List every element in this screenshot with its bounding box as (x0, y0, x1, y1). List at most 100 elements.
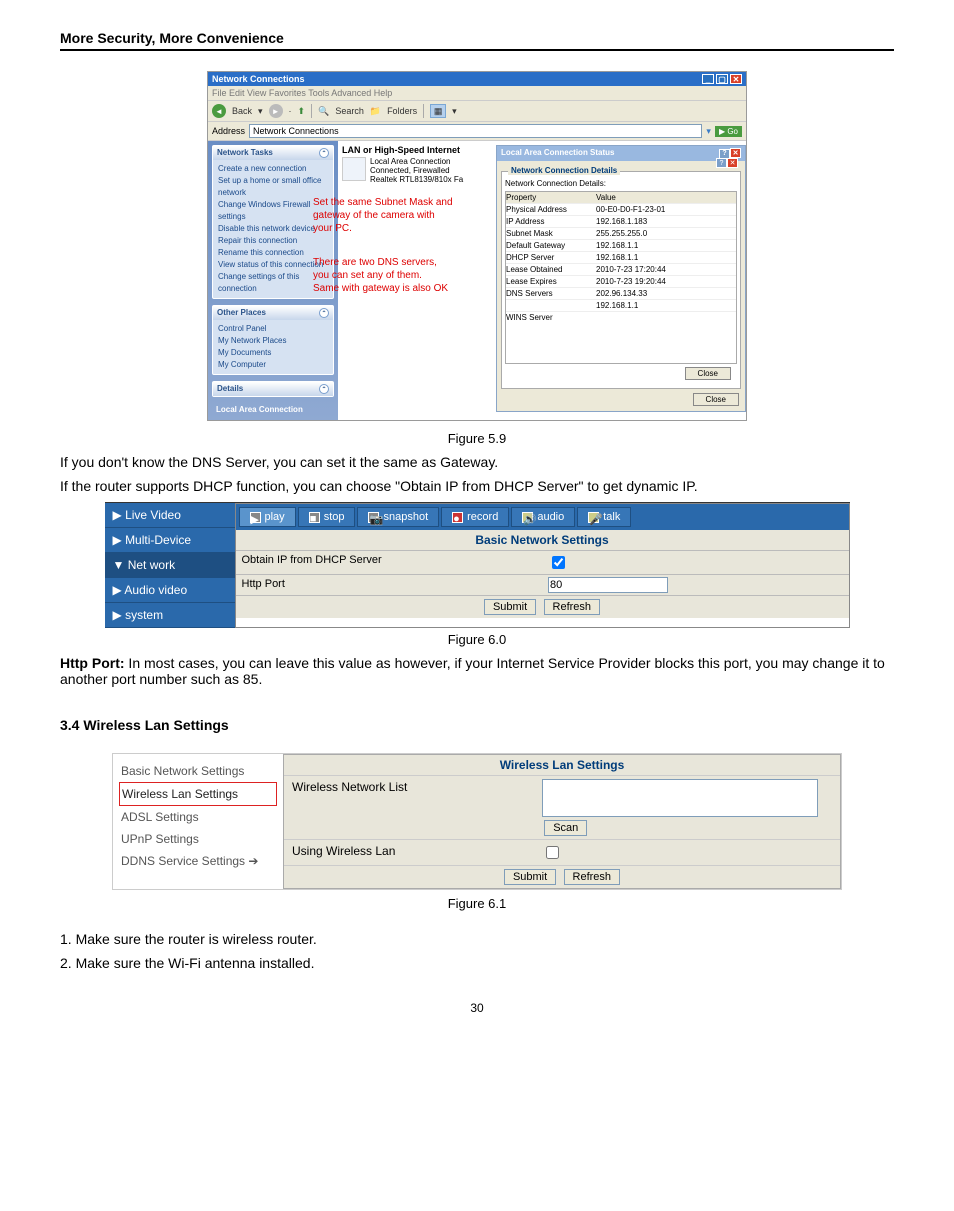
val-cell: 192.168.1.1 (596, 301, 638, 310)
prop-cell: WINS Server (506, 313, 596, 322)
connection-status: Connected, Firewalled (370, 166, 463, 175)
note: 2. Make sure the Wi-Fi antenna installed… (60, 955, 894, 971)
folders-button[interactable]: Folders (387, 106, 417, 116)
prop-cell: Physical Address (506, 205, 596, 214)
figure-caption: Figure 5.9 (60, 431, 894, 446)
mic-icon: 🎤 (588, 512, 599, 523)
search-button[interactable]: Search (335, 106, 364, 116)
forward-icon[interactable]: ► (269, 104, 283, 118)
address-label: Address (212, 126, 245, 136)
paragraph: Http Port: In most cases, you can leave … (60, 655, 894, 687)
menu-ddns[interactable]: DDNS Service Settings ➔ (119, 850, 277, 872)
doc-header: More Security, More Convenience (60, 30, 894, 51)
place-link[interactable]: Control Panel (218, 323, 328, 335)
task-link[interactable]: Change Windows Firewall settings (218, 199, 328, 223)
close-button[interactable]: Close (685, 367, 731, 380)
val-cell: 255.255.255.0 (596, 229, 647, 238)
prop-cell: Lease Obtained (506, 265, 596, 274)
window-toolbar: ◄ Back ▾ ► · ⬆ 🔍 Search 📁 Folders ▦▾ (208, 101, 746, 122)
views-icon[interactable]: ▦ (430, 104, 446, 118)
audio-button[interactable]: 🔊audio (511, 507, 575, 527)
chevron-up-icon[interactable]: ⌃ (319, 384, 329, 394)
page-number: 30 (60, 1001, 894, 1015)
menu-adsl[interactable]: ADSL Settings (119, 806, 277, 828)
task-link[interactable]: Change settings of this connection (218, 271, 328, 295)
menu-basic-network[interactable]: Basic Network Settings (119, 760, 277, 782)
close-button-outer[interactable]: Close (693, 393, 739, 406)
submit-button[interactable]: Submit (504, 869, 556, 885)
val-cell: 2010-7-23 17:20:44 (596, 265, 666, 274)
side-audio-video[interactable]: ▶ Audio video (105, 578, 235, 603)
side-multi-device[interactable]: ▶ Multi-Device (105, 528, 235, 553)
using-wireless-checkbox[interactable] (546, 846, 559, 859)
back-button[interactable]: Back (232, 106, 252, 116)
help-icon[interactable]: ? (716, 158, 727, 168)
task-link[interactable]: View status of this connection (218, 259, 328, 271)
paragraph: If you don't know the DNS Server, you ca… (60, 454, 894, 470)
prop-cell: IP Address (506, 217, 596, 226)
settings-menu: Basic Network Settings Wireless Lan Sett… (113, 754, 283, 889)
scan-button[interactable]: Scan (544, 820, 587, 836)
connection-icon[interactable] (342, 157, 366, 181)
side-live-video[interactable]: ▶ Live Video (105, 503, 235, 528)
address-input[interactable] (249, 124, 702, 138)
close-icon[interactable]: ✕ (730, 148, 741, 158)
close-icon[interactable]: ✕ (730, 74, 742, 84)
submit-button[interactable]: Submit (484, 599, 536, 615)
dhcp-label: Obtain IP from DHCP Server (236, 551, 543, 574)
go-button[interactable]: ▶ Go (715, 126, 742, 137)
prop-cell: DNS Servers (506, 289, 596, 298)
refresh-button[interactable]: Refresh (544, 599, 601, 615)
place-link[interactable]: My Network Places (218, 335, 328, 347)
arrow-right-icon: ➔ (248, 854, 258, 868)
wireless-list-box[interactable] (542, 779, 817, 817)
stop-icon: ■ (309, 512, 320, 523)
window-menu[interactable]: File Edit View Favorites Tools Advanced … (208, 86, 746, 101)
prop-cell: Default Gateway (506, 241, 596, 250)
http-port-input[interactable] (548, 577, 668, 593)
chevron-up-icon[interactable]: ⌃ (319, 148, 329, 158)
section-heading: 3.4 Wireless Lan Settings (60, 717, 894, 733)
xp-sidebar: Network Tasks ⌃ Create a new connection S… (208, 141, 338, 420)
maximize-icon[interactable]: ▢ (716, 74, 728, 84)
place-link[interactable]: My Documents (218, 347, 328, 359)
record-icon: ● (452, 512, 463, 523)
record-button[interactable]: ●record (441, 507, 509, 527)
play-button[interactable]: ▶play (239, 507, 296, 527)
menu-upnp[interactable]: UPnP Settings (119, 828, 277, 850)
talk-button[interactable]: 🎤talk (577, 507, 631, 527)
prop-head: Property (506, 193, 596, 202)
snapshot-button[interactable]: 📷snapshot (357, 507, 439, 527)
network-tasks-head: Network Tasks (217, 148, 273, 158)
close-icon[interactable]: ✕ (727, 158, 738, 168)
menu-wireless-lan[interactable]: Wireless Lan Settings (119, 782, 277, 806)
val-cell: 192.168.1.1 (596, 253, 638, 262)
stop-button[interactable]: ■stop (298, 507, 356, 527)
task-link[interactable]: Repair this connection (218, 235, 328, 247)
dhcp-checkbox[interactable] (552, 556, 565, 569)
prop-cell (506, 301, 596, 310)
details-item: Local Area Connection (212, 403, 334, 416)
folders-icon[interactable]: 📁 (370, 106, 381, 117)
back-icon[interactable]: ◄ (212, 104, 226, 118)
minimize-icon[interactable]: _ (702, 74, 714, 84)
task-link[interactable]: Set up a home or small office network (218, 175, 328, 199)
task-link[interactable]: Disable this network device (218, 223, 328, 235)
search-icon[interactable]: 🔍 (318, 106, 329, 117)
up-folder-icon[interactable]: ⬆ (298, 106, 306, 117)
side-system[interactable]: ▶ system (105, 603, 235, 628)
task-link[interactable]: Rename this connection (218, 247, 328, 259)
camera-sidebar: ▶ Live Video ▶ Multi-Device ▼ Net work ▶… (105, 503, 235, 628)
xp-window: Network Connections _ ▢ ✕ File Edit View… (207, 71, 747, 421)
connection-name[interactable]: Local Area Connection (370, 157, 463, 166)
val-cell: 192.168.1.183 (596, 217, 647, 226)
task-link[interactable]: Create a new connection (218, 163, 328, 175)
refresh-button[interactable]: Refresh (564, 869, 621, 885)
val-cell: 202.96.134.33 (596, 289, 647, 298)
val-cell: 2010-7-23 19:20:44 (596, 277, 666, 286)
note: 1. Make sure the router is wireless rout… (60, 931, 894, 947)
place-link[interactable]: My Computer (218, 359, 328, 371)
side-network[interactable]: ▼ Net work (105, 553, 235, 578)
play-icon: ▶ (250, 512, 261, 523)
chevron-up-icon[interactable]: ⌃ (319, 308, 329, 318)
